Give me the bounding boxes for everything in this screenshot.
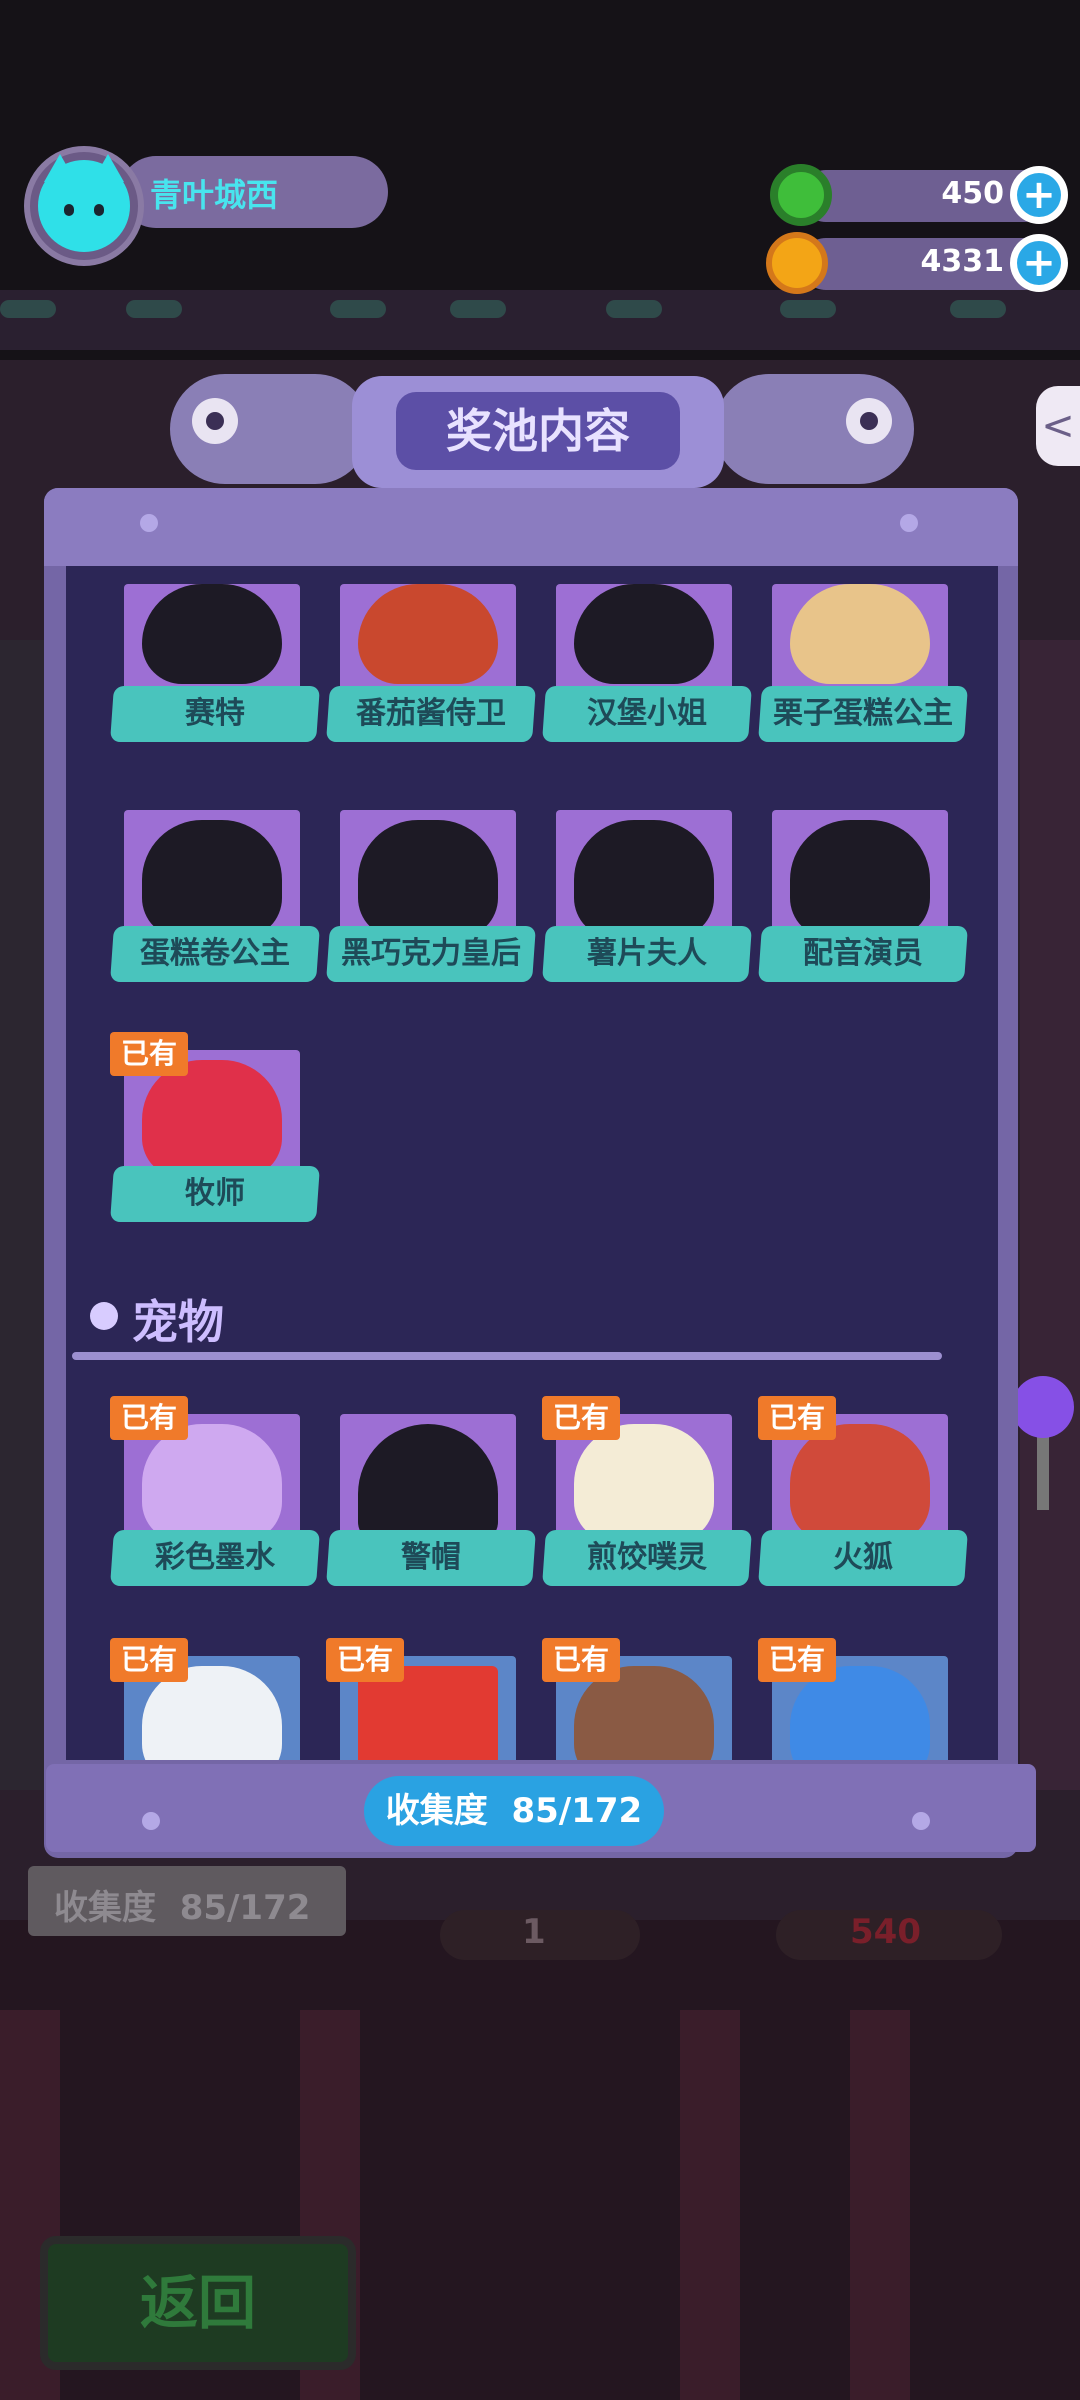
owned-badge: 已有 [110, 1396, 188, 1440]
prize-name: 薯片夫人 [587, 936, 707, 971]
light-dash [950, 300, 1006, 318]
pet-name: 煎饺噗灵 [587, 1540, 707, 1575]
pillar [680, 2010, 740, 2400]
prize-card[interactable] [340, 584, 516, 694]
prize-name: 黑巧克力皇后 [341, 936, 521, 971]
price-value: 540 [850, 1912, 921, 1952]
prize-name: 汉堡小姐 [587, 696, 707, 731]
collection-plate-text: 收集度 85/172 [54, 1888, 311, 1928]
section-title-pets: 宠物 [132, 1295, 224, 1349]
pet-name: 警帽 [401, 1540, 461, 1575]
dialog-title: 奖池内容 [446, 404, 630, 458]
section-divider [72, 1352, 942, 1360]
collection-progress: 收集度 85/172 [364, 1776, 664, 1846]
prize-card[interactable] [772, 584, 948, 694]
prize-card[interactable] [556, 584, 732, 694]
lever-ball-icon [1012, 1376, 1074, 1438]
section-dot-icon [90, 1302, 118, 1330]
owned-badge: 已有 [758, 1638, 836, 1682]
screw-icon [140, 514, 158, 532]
light-dash [450, 300, 506, 318]
back-button-label: 返回 [139, 2269, 256, 2337]
prize-list[interactable]: 赛特 番茄酱侍卫 汉堡小姐 栗子蛋糕公主 蛋糕卷公主 黑巧克力皇后 薯片夫人 配… [66, 566, 998, 1760]
cat-avatar-icon [38, 154, 130, 252]
light-dash [606, 300, 662, 318]
owned-badge: 已有 [326, 1638, 404, 1682]
owned-badge: 已有 [110, 1638, 188, 1682]
owned-badge: 已有 [542, 1638, 620, 1682]
lights-strip [0, 290, 1080, 350]
coin-currency-value: 4331 [920, 244, 1005, 279]
screw-icon [912, 1812, 930, 1830]
pillar [850, 2010, 910, 2400]
prize-name: 番茄酱侍卫 [356, 696, 506, 731]
add-donut-button[interactable]: + [1010, 166, 1068, 224]
share-icon[interactable]: < [1036, 386, 1080, 466]
donut-currency-value: 450 [941, 176, 1004, 211]
plus-icon: + [1017, 173, 1061, 217]
owned-badge: 已有 [542, 1396, 620, 1440]
plus-icon: + [1017, 241, 1061, 285]
dialog-top-rail [44, 488, 1018, 566]
screw-icon [142, 1812, 160, 1830]
fish-ornament-left [170, 374, 370, 484]
light-dash [780, 300, 836, 318]
jukebox-right [1020, 640, 1080, 1790]
pet-name: 彩色墨水 [155, 1540, 275, 1575]
player-name: 青叶城西 [150, 176, 279, 214]
screw-icon [900, 514, 918, 532]
light-dash [330, 300, 386, 318]
owned-badge: 已有 [758, 1396, 836, 1440]
prize-name: 栗子蛋糕公主 [773, 696, 953, 731]
fish-ornament-right [714, 374, 914, 484]
count-value: 1 [522, 1912, 546, 1952]
prize-name: 蛋糕卷公主 [140, 936, 290, 971]
owned-badge: 已有 [110, 1032, 188, 1076]
prize-name: 牧师 [185, 1176, 245, 1211]
collection-progress-value: 85/172 [511, 1791, 643, 1831]
prize-name: 赛特 [185, 696, 245, 731]
collection-progress-label: 收集度 [385, 1791, 488, 1831]
add-coin-button[interactable]: + [1010, 234, 1068, 292]
prize-card[interactable] [124, 584, 300, 694]
lever-stick [1037, 1430, 1049, 1510]
light-dash [0, 300, 56, 318]
prize-name: 配音演员 [803, 936, 923, 971]
avatar[interactable] [24, 146, 144, 266]
pet-name: 火狐 [833, 1540, 893, 1575]
light-dash [126, 300, 182, 318]
